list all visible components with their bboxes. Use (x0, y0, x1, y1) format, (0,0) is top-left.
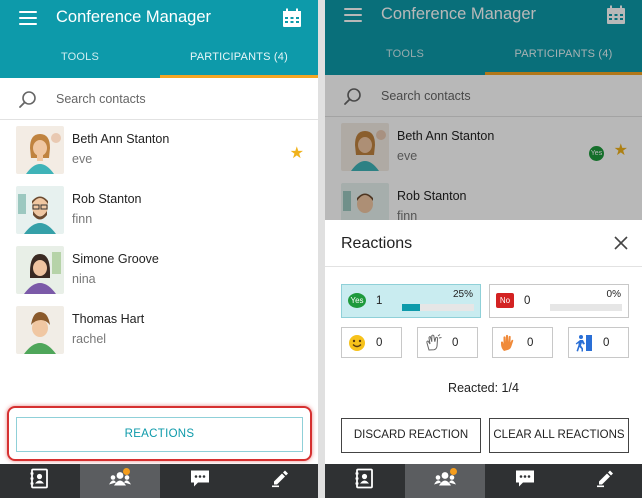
no-reaction-card[interactable]: No 0 0% (489, 284, 629, 318)
smile-count: 0 (376, 337, 383, 349)
smile-icon (348, 334, 366, 357)
edit-icon (596, 470, 614, 493)
participant-name: Rob Stanton (72, 192, 142, 206)
reacted-summary: Reacted: 1/4 (448, 381, 519, 395)
divider (325, 266, 642, 267)
leave-count: 0 (603, 337, 610, 349)
no-progress-bar (550, 304, 622, 311)
participant-row[interactable]: Simone Groove nina (0, 240, 318, 300)
yes-badge: Yes (348, 293, 366, 308)
raise-hand-icon (499, 334, 517, 357)
tab-tools[interactable]: TOOLS (0, 41, 160, 78)
nav-edit[interactable] (565, 464, 642, 498)
notification-dot (123, 468, 130, 475)
contacts-icon (30, 468, 50, 494)
smile-reaction[interactable]: 0 (341, 327, 402, 358)
raise-hand-count: 0 (527, 337, 534, 349)
avatar (16, 306, 64, 354)
no-count: 0 (524, 295, 531, 307)
clear-all-reactions-button[interactable]: CLEAR ALL REACTIONS (489, 418, 629, 453)
clap-icon (424, 334, 442, 357)
participant-row[interactable]: Thomas Hart rachel (0, 300, 318, 360)
app-bar: Conference Manager TOOLS PARTICIPANTS (4… (0, 0, 318, 78)
raise-hand-reaction[interactable]: 0 (492, 327, 553, 358)
avatar (16, 246, 64, 294)
chat-icon (190, 470, 210, 493)
yes-progress-bar (402, 304, 474, 311)
notification-dot (450, 468, 457, 475)
search-input[interactable]: Search contacts (56, 92, 146, 106)
participant-username: nina (72, 272, 96, 286)
yes-count: 1 (376, 295, 383, 307)
participant-name: Thomas Hart (72, 312, 145, 326)
discard-reaction-button[interactable]: DISCARD REACTION (341, 418, 481, 453)
nav-participants[interactable] (405, 464, 485, 498)
tab-participants[interactable]: PARTICIPANTS (4) (160, 41, 318, 78)
reactions-title: Reactions (341, 235, 413, 252)
participant-username: eve (72, 152, 93, 166)
dim-overlay[interactable] (325, 0, 642, 220)
star-icon[interactable]: ★ (290, 146, 304, 162)
participant-name: Beth Ann Stanton (72, 132, 170, 146)
contacts-icon (355, 468, 375, 494)
participant-row[interactable]: Rob Stanton finn (0, 180, 318, 240)
participant-username: finn (72, 212, 93, 226)
participants-screen: Conference Manager TOOLS PARTICIPANTS (4… (0, 0, 318, 498)
yes-percent: 25% (452, 289, 473, 300)
search-bar[interactable]: Search contacts (0, 78, 318, 120)
screen-divider (318, 0, 325, 498)
participant-username: rachel (72, 332, 107, 346)
bottom-nav (0, 464, 318, 498)
nav-chat[interactable] (160, 464, 240, 498)
leave-reaction[interactable]: 0 (568, 327, 629, 358)
participant-row[interactable]: Beth Ann Stanton eve ★ (0, 120, 318, 180)
nav-contacts[interactable] (0, 464, 80, 498)
no-percent: 0% (606, 289, 621, 300)
calendar-icon[interactable] (282, 8, 302, 33)
edit-icon (271, 470, 289, 493)
avatar (16, 186, 64, 234)
close-icon[interactable] (614, 236, 628, 255)
tab-bar: TOOLS PARTICIPANTS (4) (0, 41, 318, 78)
nav-edit[interactable] (240, 464, 318, 498)
avatar (16, 126, 64, 174)
nav-contacts[interactable] (325, 464, 405, 498)
no-badge: No (496, 293, 514, 308)
menu-icon[interactable] (19, 11, 37, 25)
reactions-button[interactable]: REACTIONS (16, 417, 303, 452)
reactions-screen: Conference Manager TOOLS PARTICIPANTS (4… (325, 0, 642, 498)
search-icon (18, 90, 38, 115)
yes-progress-fill (402, 304, 420, 311)
participant-name: Simone Groove (72, 252, 159, 266)
leave-icon (575, 334, 593, 357)
bottom-nav (325, 464, 642, 498)
nav-chat[interactable] (485, 464, 565, 498)
nav-participants[interactable] (80, 464, 160, 498)
clap-count: 0 (452, 337, 459, 349)
app-title: Conference Manager (56, 8, 212, 26)
clap-reaction[interactable]: 0 (417, 327, 478, 358)
chat-icon (515, 470, 535, 493)
yes-reaction-card[interactable]: Yes 1 25% (341, 284, 481, 318)
reactions-highlight: REACTIONS (7, 406, 312, 461)
reactions-sheet: Reactions Yes 1 25% No 0 0% 0 0 0 0 Reac… (325, 220, 642, 464)
